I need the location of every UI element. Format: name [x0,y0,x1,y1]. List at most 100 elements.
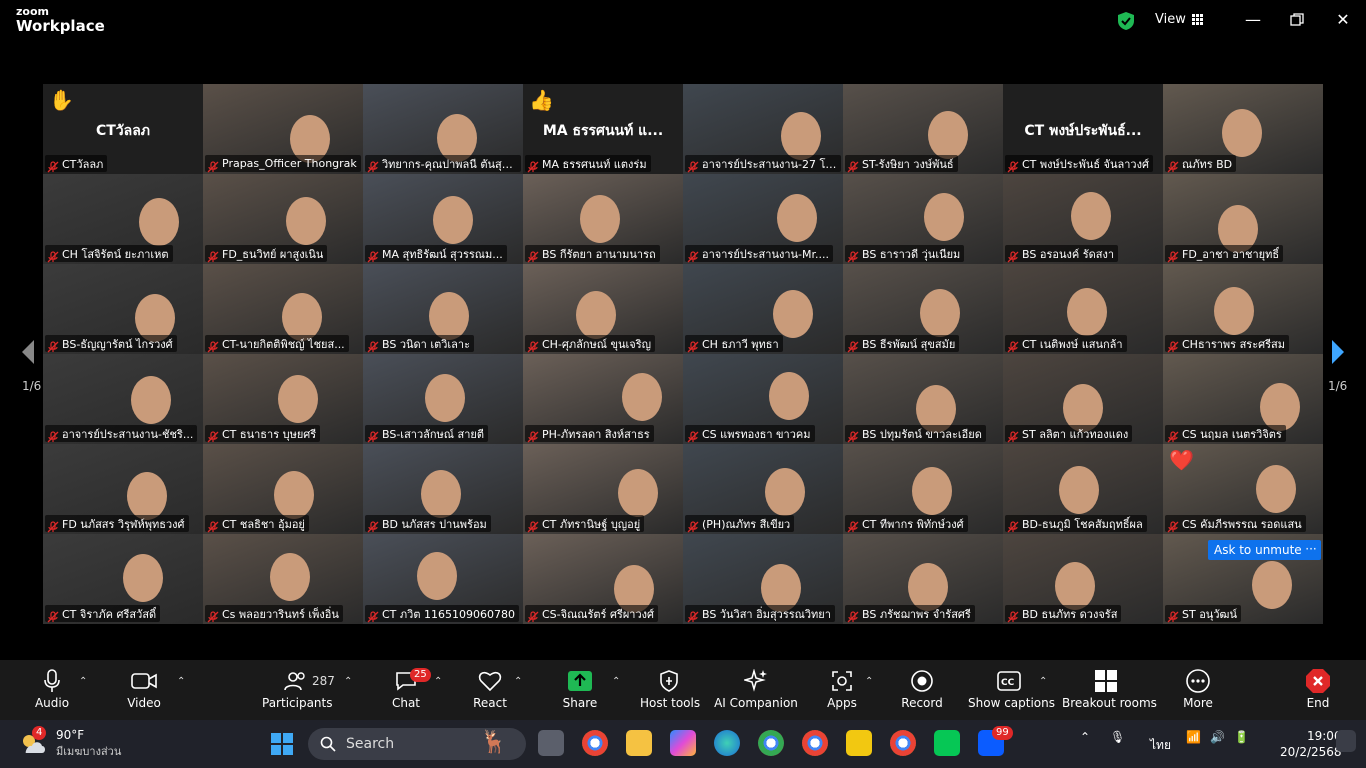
ai-companion-button[interactable]: AI Companion [714,668,798,710]
captions-options-caret-icon[interactable]: ⌃ [1039,676,1049,687]
input-language[interactable]: ไทย [1150,736,1171,755]
participant-tile[interactable]: CT ชลธิชา อุ้มอยู่ [203,444,363,534]
restore-icon[interactable] [1287,10,1307,30]
file-explorer-icon[interactable] [626,730,652,756]
show-hidden-icons-chevron-icon[interactable]: ⌃ [1080,730,1090,744]
participant-face [417,552,457,600]
minimize-icon[interactable]: — [1243,10,1263,30]
video-button[interactable]: Video [122,668,166,710]
muted-mic-icon [367,248,379,262]
view-button[interactable]: View [1155,12,1204,27]
participant-tile[interactable]: CT ธนาธาร บุษยศรี [203,354,363,444]
participant-tile[interactable]: BS อรอนงค์ รัดสงา [1003,174,1163,264]
participant-tile[interactable]: BS วันวิสา อิ่มสุวรรณวิทยา [683,534,843,624]
participant-tile[interactable]: (PH)ณภัทร สีเขียว [683,444,843,534]
react-options-caret-icon[interactable]: ⌃ [514,676,524,687]
participant-tile[interactable]: CH โสจิรัตน์ ยะภาเหต [43,174,203,264]
participant-tile[interactable]: ST-รังษิยา วงษ์พันธ์ [843,84,1003,174]
video-options-caret-icon[interactable]: ⌃ [177,676,187,687]
microphone-tray-icon[interactable]: 🎙 [1110,730,1125,744]
participant-tile[interactable]: อาจารย์ประสานงาน-ชัชริ... [43,354,203,444]
participant-face [769,372,809,420]
chrome-profile-2-icon[interactable] [890,730,916,756]
windows-start-icon[interactable] [270,732,294,756]
participant-tile[interactable]: BS-เสาวลักษณ์ สายตี [363,354,523,444]
participant-tile[interactable]: BD นภัสสร ปานพร้อม [363,444,523,534]
share-options-caret-icon[interactable]: ⌃ [612,676,622,687]
participant-tile[interactable]: FD นภัสสร วิรุฬห์พุทธวงศ์ [43,444,203,534]
react-button[interactable]: React [468,668,512,710]
battery-icon[interactable]: 🔋 [1234,730,1249,744]
participant-tile[interactable]: CT ภัทรานิษฐ์ บุญอยู่ [523,444,683,534]
participant-tile[interactable]: CH ธภาวี พุทธา [683,264,843,354]
show-captions-button[interactable]: CC Show captions [968,668,1055,710]
participant-tile[interactable]: BD-ธนภูมิ โชคสัมฤทธิ์ผล [1003,444,1163,534]
participant-tile[interactable]: 👍 MA ธรรศนนท์ แ... MA ธรรศนนท์ แตงร่ม [523,84,683,174]
power-bi-icon[interactable] [846,730,872,756]
chat-options-caret-icon[interactable]: ⌃ [434,676,444,687]
close-icon[interactable]: ✕ [1333,10,1353,30]
apps-options-caret-icon[interactable]: ⌃ [865,676,875,687]
participant-tile[interactable]: BS ธาราวดี วุ่นเนียม [843,174,1003,264]
host-tools-button[interactable]: Host tools [640,668,700,710]
participant-tile[interactable]: CT พงษ์ประพันธ์... CT พงษ์ประพันธ์ จันลาว… [1003,84,1163,174]
breakout-rooms-button[interactable]: Breakout rooms [1062,668,1157,710]
participant-tile[interactable]: BS-ธัญญารัตน์ ไกรวงศ์ [43,264,203,354]
participant-tile[interactable]: PH-ภัทรลดา สิงห์สาธร [523,354,683,444]
participant-tile[interactable]: CT จิราภัค ศรีสวัสดิ์ [43,534,203,624]
participant-tile[interactable]: FD_อาชา อาชายุทธิ์ [1163,174,1323,264]
weather-widget[interactable]: 4 90°F มีเมฆบางส่วน [18,726,121,760]
edge-icon[interactable] [714,730,740,756]
wifi-icon[interactable]: 📶 [1186,730,1201,744]
tile-more-options-button[interactable]: ··· [1301,540,1321,560]
participant-tile[interactable]: FD_ธนวิทย์ ผาสูงเนิน [203,174,363,264]
participant-tile[interactable]: อาจารย์ประสานงาน-27 โอม ... [683,84,843,174]
notification-center-icon[interactable] [1336,730,1356,752]
participant-tile[interactable]: CT ทีพากร พิทักษ์วงศ์ [843,444,1003,534]
audio-button[interactable]: Audio [30,668,74,710]
copilot-icon[interactable] [670,730,696,756]
participant-tile[interactable]: CT ภวิต 1165109060780 [363,534,523,624]
participant-tile[interactable]: BS กีรัตยา อานามนารถ [523,174,683,264]
chrome-profile-icon[interactable] [758,730,784,756]
participant-tile[interactable]: BS ปทุมรัตน์ ขาวละเอียด [843,354,1003,444]
share-button[interactable]: Share [558,668,602,710]
participant-display-name: MA ธรรศนนท์ แ... [542,123,664,139]
participant-tile[interactable]: CH-ศุภลักษณ์ ขุนเจริญ [523,264,683,354]
participant-tile[interactable]: CT เนติพงษ์ แสนกล้า [1003,264,1163,354]
more-button[interactable]: More [1176,668,1220,710]
participant-tile[interactable]: CT-นายกิตติพิชญ์ ไชยส... [203,264,363,354]
participant-tile[interactable]: ❤️ CS คัมภีรพรรณ รอดแสน [1163,444,1323,534]
participant-tile[interactable]: ST ลลิตา แก้วทองแดง [1003,354,1163,444]
participant-tile[interactable]: ณภัทร BD [1163,84,1323,174]
end-meeting-button[interactable]: End [1298,668,1338,710]
participant-tile[interactable]: BD ธนภัทร ดวงจรัส [1003,534,1163,624]
encryption-shield-icon[interactable] [1117,11,1135,31]
participant-tile[interactable]: อาจารย์ประสานงาน-Mr.... [683,174,843,264]
ask-to-unmute-button[interactable]: Ask to unmute [1208,540,1308,560]
system-clock[interactable]: 19:06 20/2/2568 [1280,728,1342,760]
participant-tile[interactable]: ✋ CTวัลลภ CTวัลลภ [43,84,203,174]
line-app-icon[interactable] [934,730,960,756]
task-view-icon[interactable] [538,730,564,756]
record-button[interactable]: Record [900,668,944,710]
participant-tile[interactable]: Cs พลอยวารินทร์ เพ็งอิ่น [203,534,363,624]
apps-button[interactable]: Apps [822,668,862,710]
participant-tile[interactable]: CS แพรทองธา ขาวคม [683,354,843,444]
participant-tile[interactable]: CHธาราพร สระศรีสม [1163,264,1323,354]
participants-options-caret-icon[interactable]: ⌃ [344,676,354,687]
participant-name: FD_อาชา อาชายุทธิ์ [1182,247,1280,261]
participant-tile[interactable]: BS ภรัชฌาพร จำรัสศรี [843,534,1003,624]
chrome-profile-m-icon[interactable] [802,730,828,756]
participant-tile[interactable]: CS นฤมล เนตรวิจิตร [1163,354,1323,444]
chrome-icon[interactable] [582,730,608,756]
brand-workplace: Workplace [16,17,105,35]
participant-tile[interactable]: MA สุทธิรัฒน์ สุวรรณม... [363,174,523,264]
volume-icon[interactable]: 🔊 [1210,730,1225,744]
participant-tile[interactable]: CS-จิณณรัตร์ ศรีผาวงศ์ [523,534,683,624]
participant-tile[interactable]: วิทยากร-คุณปาพลนี ตันสุวร... [363,84,523,174]
participant-tile[interactable]: BS ธีรพัฒน์ สุขสมัย [843,264,1003,354]
participant-tile[interactable]: BS วนิดา เตวิเลาะ [363,264,523,354]
audio-options-caret-icon[interactable]: ⌃ [79,676,89,687]
participant-tile[interactable]: Prapas_Officer Thongrak [203,84,363,174]
